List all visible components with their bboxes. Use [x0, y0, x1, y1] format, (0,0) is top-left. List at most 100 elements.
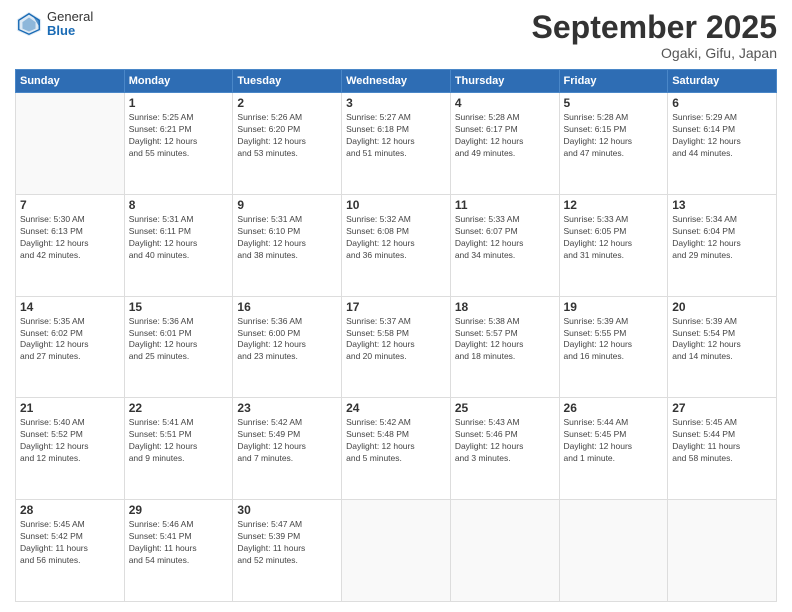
day-number: 29 [129, 503, 229, 517]
day-number: 20 [672, 300, 772, 314]
day-number: 13 [672, 198, 772, 212]
calendar-week-row: 7 Sunrise: 5:30 AM Sunset: 6:13 PM Daylig… [16, 194, 777, 296]
calendar-cell: 17Sunrise: 5:37 AM Sunset: 5:58 PM Dayli… [342, 296, 451, 398]
day-number: 4 [455, 96, 555, 110]
day-info: Sunrise: 5:41 AM Sunset: 5:51 PM Dayligh… [129, 417, 229, 465]
day-info: Sunrise: 5:30 AM Sunset: 6:13 PM Dayligh… [20, 214, 120, 262]
day-info: Sunrise: 5:35 AM Sunset: 6:02 PM Dayligh… [20, 316, 120, 364]
day-number: 14 [20, 300, 120, 314]
title-block: September 2025 Ogaki, Gifu, Japan [532, 10, 777, 61]
calendar-cell: 18 Sunrise: 5:38 AM Sunset: 5:57 PM Dayli… [450, 296, 559, 398]
day-info: Sunrise: 5:39 AM Sunset: 5:54 PM Dayligh… [672, 316, 772, 364]
calendar-cell: 21Sunrise: 5:40 AM Sunset: 5:52 PM Dayli… [16, 398, 125, 500]
calendar-table: Sunday Monday Tuesday Wednesday Thursday… [15, 69, 777, 602]
day-info: Sunrise: 5:33 AM Sunset: 6:07 PM Dayligh… [455, 214, 555, 262]
day-number: 1 [129, 96, 229, 110]
day-info: Sunrise: 5:33 AM Sunset: 6:05 PM Dayligh… [564, 214, 664, 262]
day-number: 23 [237, 401, 337, 415]
col-tuesday: Tuesday [233, 70, 342, 93]
calendar-cell: 22 Sunrise: 5:41 AM Sunset: 5:51 PM Dayli… [124, 398, 233, 500]
calendar-cell: 19Sunrise: 5:39 AM Sunset: 5:55 PM Dayli… [559, 296, 668, 398]
day-number: 6 [672, 96, 772, 110]
calendar-cell: 11 Sunrise: 5:33 AM Sunset: 6:07 PM Dayli… [450, 194, 559, 296]
day-info: Sunrise: 5:32 AM Sunset: 6:08 PM Dayligh… [346, 214, 446, 262]
col-thursday: Thursday [450, 70, 559, 93]
day-number: 5 [564, 96, 664, 110]
calendar-cell: 30 Sunrise: 5:47 AM Sunset: 5:39 PM Dayli… [233, 500, 342, 602]
calendar-cell: 14 Sunrise: 5:35 AM Sunset: 6:02 PM Dayli… [16, 296, 125, 398]
day-number: 21 [20, 401, 120, 415]
day-info: Sunrise: 5:25 AM Sunset: 6:21 PM Dayligh… [129, 112, 229, 160]
day-number: 12 [564, 198, 664, 212]
calendar-cell: 27 Sunrise: 5:45 AM Sunset: 5:44 PM Dayli… [668, 398, 777, 500]
calendar-cell: 16 Sunrise: 5:36 AM Sunset: 6:00 PM Dayli… [233, 296, 342, 398]
col-saturday: Saturday [668, 70, 777, 93]
day-number: 22 [129, 401, 229, 415]
calendar-cell: 5 Sunrise: 5:28 AM Sunset: 6:15 PM Daylig… [559, 93, 668, 195]
day-number: 3 [346, 96, 446, 110]
day-info: Sunrise: 5:42 AM Sunset: 5:49 PM Dayligh… [237, 417, 337, 465]
calendar-cell: 29 Sunrise: 5:46 AM Sunset: 5:41 PM Dayli… [124, 500, 233, 602]
day-number: 27 [672, 401, 772, 415]
calendar-cell [450, 500, 559, 602]
day-info: Sunrise: 5:46 AM Sunset: 5:41 PM Dayligh… [129, 519, 229, 567]
calendar-cell: 1 Sunrise: 5:25 AM Sunset: 6:21 PM Daylig… [124, 93, 233, 195]
day-info: Sunrise: 5:39 AM Sunset: 5:55 PM Dayligh… [564, 316, 664, 364]
calendar-cell: 23 Sunrise: 5:42 AM Sunset: 5:49 PM Dayli… [233, 398, 342, 500]
day-info: Sunrise: 5:36 AM Sunset: 6:00 PM Dayligh… [237, 316, 337, 364]
day-number: 7 [20, 198, 120, 212]
calendar-cell: 13 Sunrise: 5:34 AM Sunset: 6:04 PM Dayli… [668, 194, 777, 296]
calendar-week-row: 28Sunrise: 5:45 AM Sunset: 5:42 PM Dayli… [16, 500, 777, 602]
calendar-cell [16, 93, 125, 195]
day-number: 24 [346, 401, 446, 415]
calendar-cell [342, 500, 451, 602]
day-number: 25 [455, 401, 555, 415]
day-info: Sunrise: 5:27 AM Sunset: 6:18 PM Dayligh… [346, 112, 446, 160]
calendar-header-row: Sunday Monday Tuesday Wednesday Thursday… [16, 70, 777, 93]
calendar-cell: 26 Sunrise: 5:44 AM Sunset: 5:45 PM Dayli… [559, 398, 668, 500]
calendar-cell: 15Sunrise: 5:36 AM Sunset: 6:01 PM Dayli… [124, 296, 233, 398]
month-title: September 2025 [532, 10, 777, 45]
logo-icon [15, 10, 43, 38]
day-info: Sunrise: 5:36 AM Sunset: 6:01 PM Dayligh… [129, 316, 229, 364]
day-number: 26 [564, 401, 664, 415]
day-info: Sunrise: 5:47 AM Sunset: 5:39 PM Dayligh… [237, 519, 337, 567]
day-info: Sunrise: 5:28 AM Sunset: 6:15 PM Dayligh… [564, 112, 664, 160]
col-friday: Friday [559, 70, 668, 93]
day-info: Sunrise: 5:29 AM Sunset: 6:14 PM Dayligh… [672, 112, 772, 160]
calendar-cell: 3 Sunrise: 5:27 AM Sunset: 6:18 PM Daylig… [342, 93, 451, 195]
logo-blue-text: Blue [47, 24, 93, 38]
day-number: 18 [455, 300, 555, 314]
day-info: Sunrise: 5:45 AM Sunset: 5:44 PM Dayligh… [672, 417, 772, 465]
calendar-week-row: 1 Sunrise: 5:25 AM Sunset: 6:21 PM Daylig… [16, 93, 777, 195]
day-info: Sunrise: 5:26 AM Sunset: 6:20 PM Dayligh… [237, 112, 337, 160]
calendar-cell: 6 Sunrise: 5:29 AM Sunset: 6:14 PM Daylig… [668, 93, 777, 195]
calendar-cell: 25 Sunrise: 5:43 AM Sunset: 5:46 PM Dayli… [450, 398, 559, 500]
day-number: 10 [346, 198, 446, 212]
day-number: 16 [237, 300, 337, 314]
calendar-cell: 2 Sunrise: 5:26 AM Sunset: 6:20 PM Daylig… [233, 93, 342, 195]
day-number: 8 [129, 198, 229, 212]
day-number: 28 [20, 503, 120, 517]
day-info: Sunrise: 5:38 AM Sunset: 5:57 PM Dayligh… [455, 316, 555, 364]
day-info: Sunrise: 5:37 AM Sunset: 5:58 PM Dayligh… [346, 316, 446, 364]
day-info: Sunrise: 5:34 AM Sunset: 6:04 PM Dayligh… [672, 214, 772, 262]
day-info: Sunrise: 5:44 AM Sunset: 5:45 PM Dayligh… [564, 417, 664, 465]
day-number: 2 [237, 96, 337, 110]
day-info: Sunrise: 5:28 AM Sunset: 6:17 PM Dayligh… [455, 112, 555, 160]
logo-general-text: General [47, 10, 93, 24]
col-sunday: Sunday [16, 70, 125, 93]
calendar-cell: 8Sunrise: 5:31 AM Sunset: 6:11 PM Daylig… [124, 194, 233, 296]
day-number: 30 [237, 503, 337, 517]
calendar-week-row: 21Sunrise: 5:40 AM Sunset: 5:52 PM Dayli… [16, 398, 777, 500]
day-number: 11 [455, 198, 555, 212]
header: General Blue September 2025 Ogaki, Gifu,… [15, 10, 777, 61]
calendar-cell: 7 Sunrise: 5:30 AM Sunset: 6:13 PM Daylig… [16, 194, 125, 296]
day-info: Sunrise: 5:43 AM Sunset: 5:46 PM Dayligh… [455, 417, 555, 465]
calendar-cell: 4 Sunrise: 5:28 AM Sunset: 6:17 PM Daylig… [450, 93, 559, 195]
page: General Blue September 2025 Ogaki, Gifu,… [0, 0, 792, 612]
location-subtitle: Ogaki, Gifu, Japan [532, 45, 777, 61]
calendar-cell: 28Sunrise: 5:45 AM Sunset: 5:42 PM Dayli… [16, 500, 125, 602]
calendar-cell: 12 Sunrise: 5:33 AM Sunset: 6:05 PM Dayli… [559, 194, 668, 296]
calendar-cell [668, 500, 777, 602]
